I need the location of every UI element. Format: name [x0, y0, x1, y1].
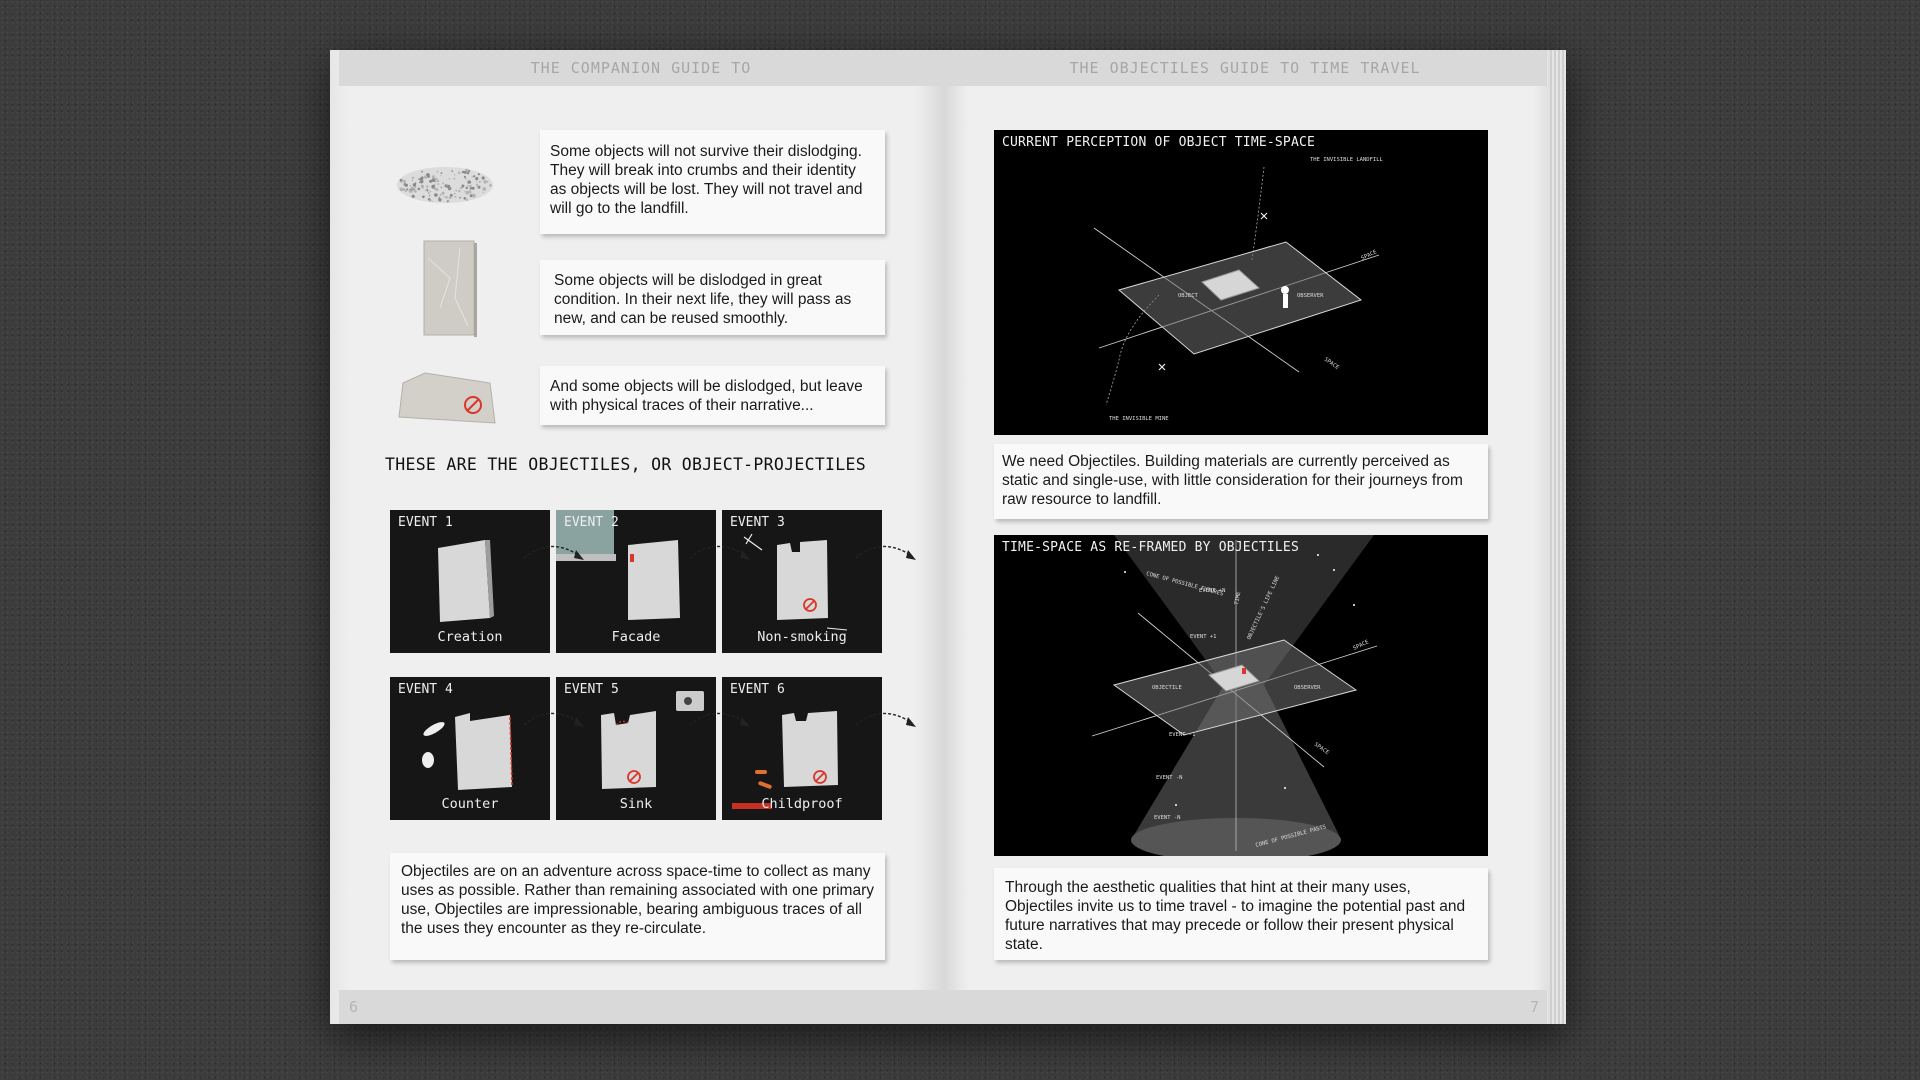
event-panel-2: EVENT 2 Facade: [556, 510, 716, 653]
event-caption: Sink: [619, 796, 653, 812]
marked-tile-icon: [398, 372, 496, 424]
crumbs-icon: [397, 167, 493, 203]
label-observer: OBSERVER: [1297, 293, 1324, 299]
left-page-header: THE COMPANION GUIDE TO: [339, 50, 943, 86]
event-caption: Non-smoking: [757, 629, 847, 645]
event-label: EVENT 5: [564, 682, 619, 697]
label-event-n1: EVENT +N: [1199, 588, 1226, 594]
event-label: EVENT 3: [730, 515, 785, 530]
label-space-d: SPACE: [1313, 742, 1330, 756]
label-event-d: EVENT -N: [1154, 815, 1181, 821]
curved-arrow-icon: [523, 545, 584, 560]
section-title: THESE ARE THE OBJECTILES, OR OBJECT-PROJ…: [385, 455, 866, 474]
curved-arrow-icon: [689, 545, 750, 560]
event-label: EVENT 6: [730, 682, 785, 697]
event-panel-6: EVENT 6 Childproof: [722, 677, 882, 820]
figure-reframed: CONE OF POSSIBLE FUTURES CONE OF POSSIBL…: [994, 535, 1488, 856]
right-page-number: 7: [943, 990, 1547, 1024]
event-panel-1: EVENT 1 Creation: [390, 510, 550, 653]
event-caption: Facade: [611, 629, 661, 645]
label-event-b: EVENT -1: [1169, 732, 1196, 738]
label-space-b: SPACE: [1323, 357, 1340, 371]
event-panel-5: EVENT 5 Sink: [556, 677, 716, 820]
marble-tile-icon: [423, 240, 477, 337]
note-great-condition: Some objects will be dislodged in great …: [540, 260, 885, 335]
note-traces: And some objects will be dislodged, but …: [540, 366, 885, 425]
right-page: THE OBJECTILES GUIDE TO TIME TRAVEL THE …: [943, 50, 1566, 1024]
event-label: EVENT 1: [398, 515, 453, 530]
label-event-c: EVENT -N: [1156, 775, 1183, 781]
event-label: EVENT 2: [564, 515, 619, 530]
objectiles-summary: Objectiles are on an adventure across sp…: [390, 853, 885, 960]
caption-we-need-objectiles: We need Objectiles. Building materials a…: [994, 444, 1488, 519]
curved-arrow-icon: [855, 712, 916, 727]
label-objectile: OBJECTILE: [1152, 685, 1182, 691]
event-label: EVENT 4: [398, 682, 453, 697]
curved-arrow-icon: [689, 712, 750, 727]
figure1-title: CURRENT PERCEPTION OF OBJECT TIME-SPACE: [1002, 135, 1316, 150]
curved-arrow-icon: [523, 712, 584, 727]
event-panel-3: EVENT 3 Non-smoking: [722, 510, 882, 653]
event-caption: Childproof: [761, 796, 843, 812]
label-mine: THE INVISIBLE MINE: [1109, 416, 1169, 422]
label-event-a: EVENT +1: [1190, 634, 1217, 640]
label-observer2: OBSERVER: [1294, 685, 1321, 691]
label-space-c: SPACE: [1352, 639, 1370, 651]
left-page: THE COMPANION GUIDE TO Some objects will…: [330, 50, 943, 1024]
note-crumbs: Some objects will not survive their disl…: [540, 130, 885, 234]
event-panel-4: EVENT 4 Counter: [390, 677, 550, 820]
event-caption: Counter: [441, 796, 499, 812]
label-landfill: THE INVISIBLE LANDFILL: [1310, 157, 1384, 163]
label-object: OBJECT: [1178, 293, 1199, 299]
open-booklet: THE COMPANION GUIDE TO Some objects will…: [330, 50, 1566, 1024]
figure-current-perception: THE INVISIBLE LANDFILL THE INVISIBLE MIN…: [994, 130, 1488, 435]
right-page-header: THE OBJECTILES GUIDE TO TIME TRAVEL: [943, 50, 1547, 86]
event-caption: Creation: [437, 629, 503, 645]
left-page-number: 6: [339, 990, 943, 1024]
figure2-title: TIME-SPACE AS RE-FRAMED BY OBJECTILES: [1002, 540, 1299, 555]
page-edge: [1550, 50, 1566, 1024]
curved-arrow-icon: [855, 545, 916, 560]
caption-time-travel: Through the aesthetic qualities that hin…: [994, 868, 1488, 960]
label-space-a: SPACE: [1360, 249, 1378, 261]
